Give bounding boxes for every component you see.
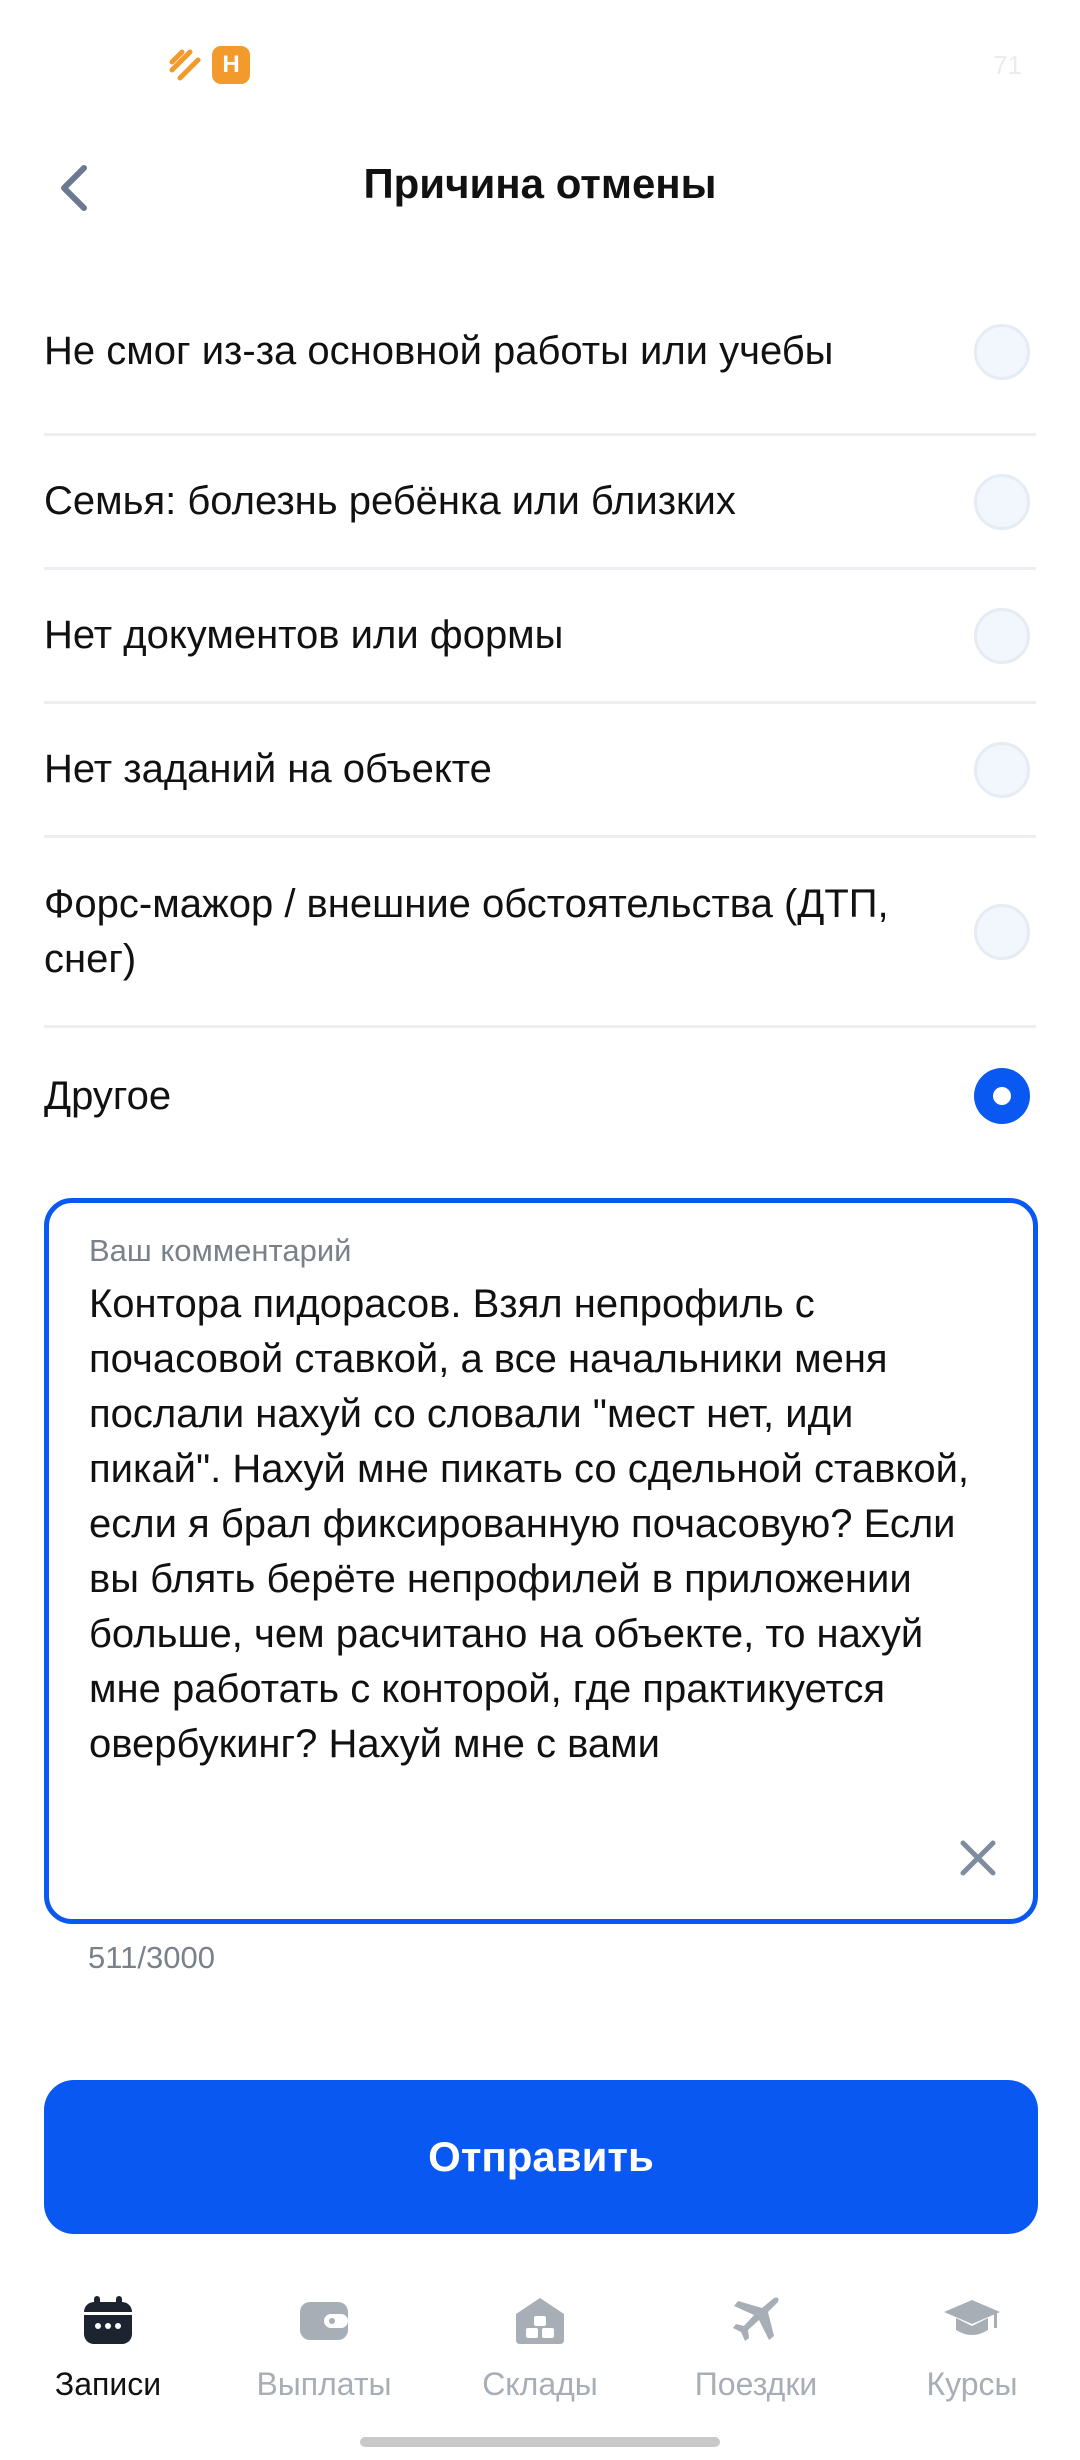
reason-label: Семья: болезнь ребёнка или близких bbox=[44, 479, 736, 523]
nav-label: Выплаты bbox=[256, 2366, 392, 2402]
submit-button[interactable]: Отправить bbox=[44, 2080, 1038, 2234]
status-icons: H bbox=[168, 46, 250, 84]
comment-textarea[interactable]: Контора пидорасов. Взял непрофиль с поча… bbox=[89, 1277, 989, 1797]
reason-label: Форс-мажор / внешние обстоятельства (ДТП… bbox=[44, 881, 889, 981]
reason-label: Нет документов или формы bbox=[44, 613, 564, 657]
nav-item-trips[interactable]: Поездки bbox=[648, 2270, 864, 2460]
radio-button[interactable] bbox=[974, 741, 1030, 798]
warehouse-icon bbox=[516, 2298, 564, 2344]
radio-button[interactable] bbox=[974, 473, 1030, 530]
reason-option[interactable]: Форс-мажор / внешние обстоятельства (ДТП… bbox=[44, 838, 1036, 1028]
nav-item-courses[interactable]: Курсы bbox=[864, 2270, 1080, 2460]
bottom-navigation: Записи Выплаты Склады Поездки Курсы bbox=[0, 2270, 1080, 2460]
reason-option[interactable]: Семья: болезнь ребёнка или близких bbox=[44, 436, 1036, 570]
calendar-icon bbox=[84, 2296, 132, 2344]
app-badge-icon: H bbox=[212, 46, 250, 84]
radio-button-selected[interactable] bbox=[974, 1068, 1030, 1124]
graduation-cap-icon bbox=[944, 2300, 1000, 2335]
page-title: Причина отмены bbox=[363, 160, 717, 207]
radio-button[interactable] bbox=[974, 323, 1030, 380]
status-bar: H 71 bbox=[0, 0, 1080, 130]
header: Причина отмены bbox=[0, 130, 1080, 246]
nav-item-records[interactable]: Записи bbox=[0, 2270, 216, 2460]
reason-option[interactable]: Не смог из-за основной работы или учебы bbox=[44, 270, 1036, 436]
clear-icon[interactable] bbox=[953, 1833, 1003, 1883]
nav-label: Склады bbox=[482, 2366, 598, 2402]
app-notification-icon bbox=[169, 49, 201, 81]
reason-label: Не смог из-за основной работы или учебы bbox=[44, 329, 834, 373]
airplane-icon bbox=[733, 2297, 779, 2341]
nav-item-warehouses[interactable]: Склады bbox=[432, 2270, 648, 2460]
reason-option[interactable]: Нет документов или формы bbox=[44, 570, 1036, 704]
comment-field[interactable]: Ваш комментарий Контора пидорасов. Взял … bbox=[44, 1198, 1038, 1924]
nav-label: Курсы bbox=[926, 2366, 1018, 2402]
nav-item-payments[interactable]: Выплаты bbox=[216, 2270, 432, 2460]
home-indicator[interactable] bbox=[360, 2437, 720, 2447]
reason-option-other[interactable]: Другое bbox=[44, 1028, 1036, 1164]
character-counter: 511/3000 bbox=[88, 1940, 215, 1975]
reason-list: Не смог из-за основной работы или учебы … bbox=[44, 270, 1036, 1164]
status-indicator: 71 bbox=[993, 50, 1022, 80]
screen: H 71 Причина отмены Не смог из-за основн… bbox=[0, 0, 1080, 2460]
radio-button[interactable] bbox=[974, 903, 1030, 960]
nav-label: Записи bbox=[54, 2366, 162, 2402]
wallet-icon bbox=[300, 2302, 348, 2340]
comment-label: Ваш комментарий bbox=[89, 1233, 352, 1268]
nav-label: Поездки bbox=[694, 2366, 818, 2402]
reason-option[interactable]: Нет заданий на объекте bbox=[44, 704, 1036, 838]
radio-button[interactable] bbox=[974, 607, 1030, 664]
reason-label: Нет заданий на объекте bbox=[44, 747, 492, 791]
reason-label: Другое bbox=[44, 1073, 172, 1118]
submit-area: Отправить bbox=[0, 2050, 1080, 2270]
